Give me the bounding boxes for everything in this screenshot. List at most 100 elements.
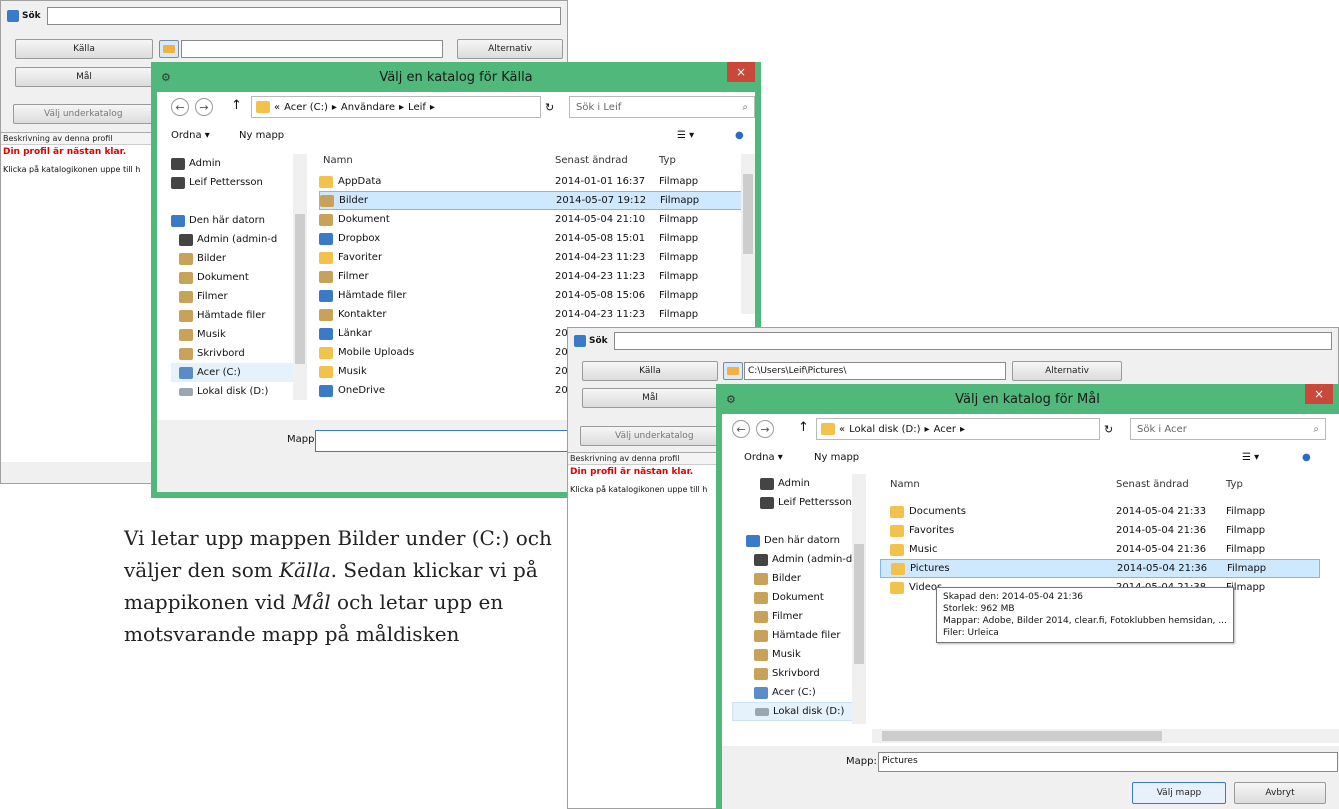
system-menu-icon[interactable]: ⚙ xyxy=(726,393,736,406)
column-header-date[interactable]: Senast ändrad xyxy=(555,155,659,166)
table-row[interactable]: Hämtade filer 2014-05-08 15:06 Filmapp xyxy=(319,286,747,305)
kalla-folder-icon[interactable] xyxy=(159,40,179,58)
nav-item[interactable]: Bilder xyxy=(171,249,307,268)
back-icon[interactable]: ← xyxy=(732,420,750,438)
close-button[interactable]: × xyxy=(727,62,755,82)
nav-item[interactable]: Bilder xyxy=(732,569,866,588)
organize-button[interactable]: Ordna ▾ xyxy=(171,130,210,141)
search-input[interactable]: Sök i Leif ⌕ xyxy=(569,96,755,118)
nav-scroll-thumb[interactable] xyxy=(854,544,864,664)
nav-item[interactable]: Lokal disk (D:) xyxy=(732,702,866,721)
cancel-button[interactable]: Avbryt xyxy=(1234,782,1326,804)
nav-item[interactable]: Leif Pettersson xyxy=(171,173,307,192)
view-options-icon[interactable]: ☰ ▾ xyxy=(1242,452,1259,463)
new-folder-button[interactable]: Ny mapp xyxy=(814,452,859,463)
close-button[interactable]: × xyxy=(1305,384,1333,404)
table-row[interactable]: Kontakter 2014-04-23 11:23 Filmapp xyxy=(319,305,747,324)
horizontal-scrollbar[interactable] xyxy=(872,729,1339,743)
column-header-type[interactable]: Typ xyxy=(1226,479,1306,490)
nav-item[interactable]: Dokument xyxy=(732,588,866,607)
refresh-icon[interactable]: ↻ xyxy=(545,101,554,114)
file-scroll-thumb[interactable] xyxy=(743,174,753,254)
nav-item[interactable]: Filmer xyxy=(171,287,307,306)
system-menu-icon[interactable]: ⚙ xyxy=(161,71,171,84)
back-icon[interactable]: ← xyxy=(171,98,189,116)
refresh-icon[interactable]: ↻ xyxy=(1104,423,1113,436)
up-icon[interactable]: ↑ xyxy=(231,98,242,113)
table-row[interactable]: Favorites 2014-05-04 21:36 Filmapp xyxy=(880,521,1320,540)
nav-item[interactable]: Den här datorn xyxy=(171,211,307,230)
nav-item[interactable]: Acer (C:) xyxy=(171,363,307,382)
forward-icon[interactable]: → xyxy=(195,98,213,116)
nav-item[interactable]: Lokal disk (D:) xyxy=(171,382,307,401)
user-icon xyxy=(760,477,774,490)
table-row[interactable]: Favoriter 2014-04-23 11:23 Filmapp xyxy=(319,248,747,267)
table-row[interactable]: Filmer 2014-04-23 11:23 Filmapp xyxy=(319,267,747,286)
nav-item[interactable]: Hämtade filer xyxy=(732,626,866,645)
nav-item[interactable]: Filmer xyxy=(732,607,866,626)
mal-button[interactable]: Mål xyxy=(582,388,718,408)
column-header-name[interactable]: Namn xyxy=(880,479,1116,490)
table-row-selected[interactable]: Bilder 2014-05-07 19:12 Filmapp xyxy=(319,191,747,210)
breadcrumb-item[interactable]: Användare xyxy=(341,102,395,113)
table-row[interactable]: Dropbox 2014-05-08 15:01 Filmapp xyxy=(319,229,747,248)
nav-item[interactable]: Admin (admin-d xyxy=(732,550,866,569)
table-row-selected[interactable]: Pictures 2014-05-04 21:36 Filmapp xyxy=(880,559,1320,578)
address-bar[interactable]: « Acer (C:) ▸ Användare ▸ Leif ▸ xyxy=(251,96,541,118)
folder-input[interactable]: Pictures xyxy=(878,752,1338,772)
address-bar[interactable]: « Lokal disk (D:) ▸ Acer ▸ xyxy=(816,418,1100,440)
nav-item[interactable]: Musik xyxy=(732,645,866,664)
breadcrumb-item[interactable]: Acer xyxy=(934,424,956,435)
disk-icon xyxy=(179,387,193,396)
folder-tooltip: Skapad den: 2014-05-04 21:36 Storlek: 96… xyxy=(936,587,1234,643)
nav-scroll-thumb[interactable] xyxy=(295,214,305,364)
organize-button[interactable]: Ordna ▾ xyxy=(744,452,783,463)
valj-underkatalog-button[interactable]: Välj underkatalog xyxy=(13,104,173,124)
nav-item[interactable]: Hämtade filer xyxy=(171,306,307,325)
kalla-button[interactable]: Källa xyxy=(15,39,153,59)
nav-item[interactable]: Skrivbord xyxy=(732,664,866,683)
mal-button[interactable]: Mål xyxy=(15,67,153,87)
nav-item[interactable]: Den här datorn xyxy=(732,531,866,550)
breadcrumb-item[interactable]: Acer (C:) xyxy=(284,102,328,113)
nav-item[interactable]: Admin xyxy=(171,154,307,173)
right-search-input[interactable] xyxy=(613,332,1332,350)
kalla-path-field[interactable] xyxy=(181,40,443,58)
breadcrumb-item[interactable]: Leif xyxy=(408,102,426,113)
nav-item[interactable]: Skrivbord xyxy=(171,344,307,363)
column-header-type[interactable]: Typ xyxy=(659,155,739,166)
help-icon[interactable]: ● xyxy=(735,130,744,141)
nav-item[interactable]: Leif Pettersson xyxy=(732,493,866,512)
table-row[interactable]: Dokument 2014-05-04 21:10 Filmapp xyxy=(319,210,747,229)
view-options-icon[interactable]: ☰ ▾ xyxy=(677,130,694,141)
nav-item[interactable]: Admin xyxy=(732,474,866,493)
nav-item[interactable]: Musik xyxy=(171,325,307,344)
row-type: Filmapp xyxy=(1226,544,1266,555)
forward-icon[interactable]: → xyxy=(756,420,774,438)
alternativ-button[interactable]: Alternativ xyxy=(1012,361,1122,381)
new-folder-button[interactable]: Ny mapp xyxy=(239,130,284,141)
nav-item[interactable]: Acer (C:) xyxy=(732,683,866,702)
row-type: Filmapp xyxy=(659,233,699,244)
select-folder-button[interactable]: Välj mapp xyxy=(1132,782,1226,804)
nav-scrollbar[interactable] xyxy=(293,154,307,400)
column-header-name[interactable]: Namn xyxy=(319,155,555,166)
kalla-button[interactable]: Källa xyxy=(582,361,718,381)
up-icon[interactable]: ↑ xyxy=(798,420,809,435)
left-search-input[interactable] xyxy=(46,7,561,25)
kalla-folder-icon[interactable] xyxy=(723,362,743,380)
column-header-date[interactable]: Senast ändrad xyxy=(1116,479,1226,490)
table-row[interactable]: Documents 2014-05-04 21:33 Filmapp xyxy=(880,502,1320,521)
table-row[interactable]: AppData 2014-01-01 16:37 Filmapp xyxy=(319,172,747,191)
help-icon[interactable]: ● xyxy=(1302,452,1311,463)
kalla-path-field[interactable]: C:\Users\Leif\Pictures\ xyxy=(744,362,1006,380)
nav-item[interactable]: Admin (admin-d xyxy=(171,230,307,249)
search-input[interactable]: Sök i Acer ⌕ xyxy=(1130,418,1326,440)
alternativ-button[interactable]: Alternativ xyxy=(457,39,563,59)
table-row[interactable]: Music 2014-05-04 21:36 Filmapp xyxy=(880,540,1320,559)
nav-item[interactable]: Dokument xyxy=(171,268,307,287)
breadcrumb-item[interactable]: Lokal disk (D:) xyxy=(849,424,920,435)
file-list-scrollbar[interactable] xyxy=(741,154,755,314)
h-scroll-thumb[interactable] xyxy=(882,731,1162,741)
nav-scrollbar[interactable] xyxy=(852,474,866,724)
